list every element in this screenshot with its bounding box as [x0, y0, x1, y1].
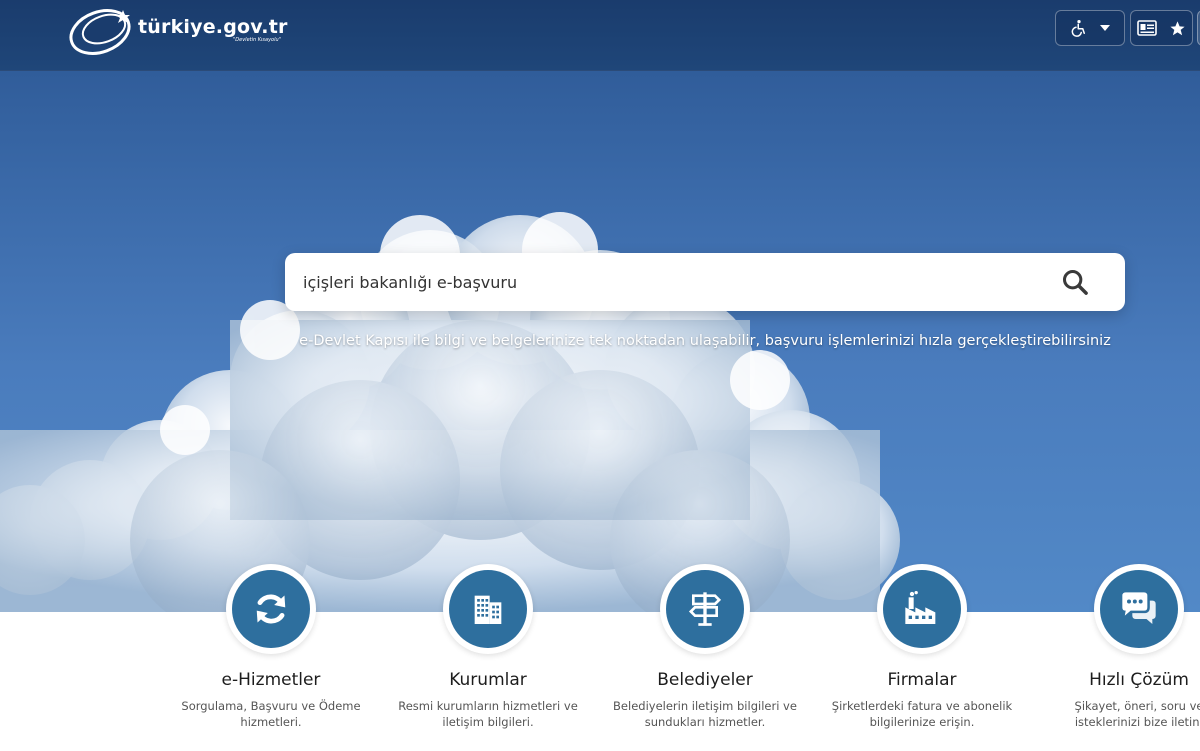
hero-tagline: e-Devlet Kapısı ile bilgi ve belgelerini…: [299, 333, 1111, 349]
page: türkiye.gov.tr "Devletin Kısayolu" içişl…: [0, 0, 1200, 751]
caret-down-icon: [1100, 25, 1110, 31]
service-title: Belediyeler: [657, 670, 753, 690]
search-box: [285, 253, 1125, 311]
service-firmalar[interactable]: Firmalar Şirketlerdeki fatura ve aboneli…: [822, 564, 1022, 730]
service-hizli-cozum[interactable]: Hızlı Çözüm Şikayet, öneri, soru ve iste…: [1039, 564, 1200, 730]
building-icon: [474, 595, 502, 624]
service-belediyeler[interactable]: Belediyeler Belediyelerin iletişim bilgi…: [605, 564, 805, 730]
service-icon-circle: [1094, 564, 1184, 654]
service-title: e-Hizmetler: [221, 670, 321, 690]
service-title: Kurumlar: [449, 670, 527, 690]
search-button[interactable]: [1053, 262, 1097, 302]
wheelchair-icon: [1071, 19, 1085, 37]
service-kurumlar[interactable]: Kurumlar Resmi kurumların hizmetleri ve …: [388, 564, 588, 730]
service-description: Sorgulama, Başvuru ve Ödeme hizmetleri.: [181, 699, 361, 729]
service-icon-circle: [226, 564, 316, 654]
service-title: Firmalar: [887, 670, 957, 690]
service-description: Şikayet, öneri, soru ve isteklerinizi bi…: [1074, 699, 1200, 729]
service-description: Resmi kurumların hizmetleri ve iletişim …: [398, 699, 578, 729]
id-card-icon: [1137, 20, 1157, 36]
service-icon-circle: [660, 564, 750, 654]
search-icon: [1062, 269, 1088, 295]
service-e-hizmetler[interactable]: e-Hizmetler Sorgulama, Başvuru ve Ödeme …: [171, 564, 371, 730]
crescent-star-logo-icon: [69, 9, 131, 55]
signpost-icon: [688, 592, 722, 626]
service-icon-circle: [443, 564, 533, 654]
turkiye-gov-logo[interactable]: türkiye.gov.tr "Devletin Kısayolu": [68, 4, 298, 56]
chat-icon: [1122, 592, 1156, 624]
service-title: Hızlı Çözüm: [1089, 670, 1189, 690]
accessibility-menu-button[interactable]: [1055, 10, 1125, 46]
factory-icon: [905, 591, 936, 624]
logo-tagline: "Devletin Kısayolu": [233, 37, 281, 43]
top-header: türkiye.gov.tr "Devletin Kısayolu": [0, 0, 1200, 71]
service-description: Şirketlerdeki fatura ve abonelik bilgile…: [831, 699, 1013, 729]
logo-text: türkiye.gov.tr: [138, 16, 288, 38]
id-card-favorites-button[interactable]: [1130, 10, 1193, 46]
service-icon-circle: [877, 564, 967, 654]
service-description: Belediyelerin iletişim bilgileri ve sund…: [613, 699, 797, 729]
star-icon: [1170, 20, 1185, 35]
search-input[interactable]: [301, 262, 1041, 302]
refresh-icon: [256, 594, 286, 624]
